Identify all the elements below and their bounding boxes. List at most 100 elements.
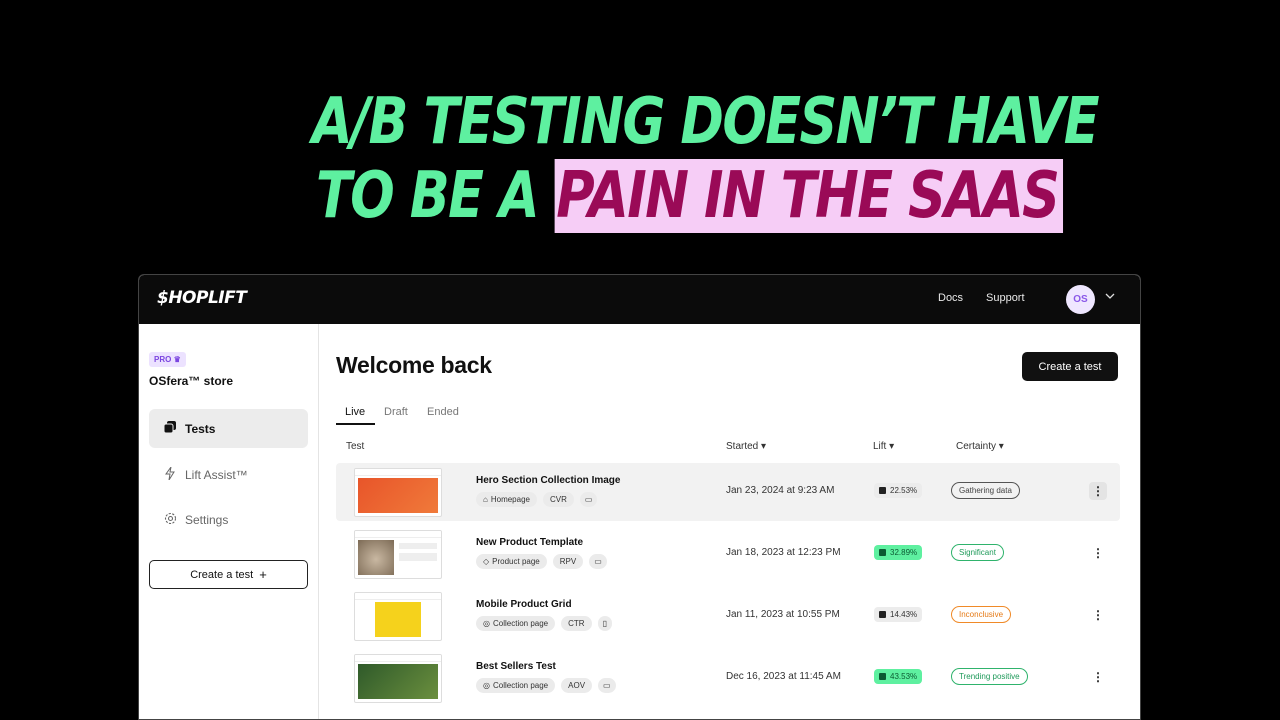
desktop-icon: ▭ xyxy=(598,678,616,693)
test-name[interactable]: Hero Section Collection Image xyxy=(476,475,620,486)
metric-tag: CTR xyxy=(561,616,592,631)
column-header-certainty[interactable]: Certainty ▾ xyxy=(956,441,1004,452)
store-name: OSfera™ store xyxy=(149,374,234,388)
home-icon: ⌂ xyxy=(483,495,488,504)
lift-badge: 43.53% xyxy=(874,669,923,684)
avatar[interactable]: OS xyxy=(1066,285,1095,314)
desktop-icon: ▭ xyxy=(579,492,598,507)
lift-icon xyxy=(879,549,886,556)
tab-live[interactable]: Live xyxy=(345,406,365,418)
sidebar-item-lift-assist[interactable]: Lift Assist™ xyxy=(149,455,308,494)
hero-headline-line1: A/B TESTING DOESN’T HAVE xyxy=(312,85,1100,159)
test-name[interactable]: Mobile Product Grid xyxy=(476,599,572,610)
test-tags: ◎ Collection page AOV ▭ xyxy=(476,678,616,693)
column-header-lift-label: Lift xyxy=(873,441,887,452)
sidebar-create-label: Create a test xyxy=(190,568,254,581)
test-tags: ◎ Collection page CTR ▯ xyxy=(476,616,612,631)
sidebar-item-label: Lift Assist™ xyxy=(185,467,248,482)
column-header-certainty-label: Certainty xyxy=(956,441,997,452)
plus-icon: + xyxy=(259,567,267,582)
test-tags: ⌂ Homepage CVR ▭ xyxy=(476,492,598,507)
lift-value: 14.43% xyxy=(890,610,918,619)
metric-tag: AOV xyxy=(561,678,593,693)
more-options-icon[interactable]: ⋮ xyxy=(1089,668,1107,686)
metric-tag: RPV xyxy=(552,554,584,569)
certainty-badge: Inconclusive xyxy=(951,606,1012,623)
test-thumbnail xyxy=(354,592,442,641)
sidebar-item-label: Settings xyxy=(185,512,229,527)
column-header-test: Test xyxy=(346,441,365,452)
app-window: $HOPLIFT Docs Support OS PRO ♛ OSfera™ s… xyxy=(138,274,1141,720)
mobile-icon: ▯ xyxy=(597,616,612,631)
test-tags: ◇ Product page RPV ▭ xyxy=(476,554,607,569)
column-header-started-label: Started xyxy=(726,441,759,452)
started-date: Jan 11, 2023 at 10:55 PM xyxy=(726,609,840,620)
metric-tag: CVR xyxy=(542,492,574,507)
table-row[interactable]: Best Sellers Test ◎ Collection page AOV ▭… xyxy=(336,649,1120,707)
sidebar-item-label: Tests xyxy=(185,421,216,436)
pro-badge: PRO ♛ xyxy=(149,352,186,367)
hero-highlight: PAIN IN THE SAAS xyxy=(554,159,1064,233)
sidebar-item-settings[interactable]: Settings xyxy=(149,500,308,539)
sidebar-item-tests[interactable]: Tests xyxy=(149,409,308,448)
column-header-lift[interactable]: Lift ▾ xyxy=(873,441,894,452)
table-row[interactable]: Mobile Product Grid ◎ Collection page CTR… xyxy=(336,587,1120,645)
shoplift-logo[interactable]: $HOPLIFT xyxy=(157,288,247,308)
tab-draft[interactable]: Draft xyxy=(384,406,408,418)
lift-badge: 32.89% xyxy=(874,545,923,560)
hero-headline-line2: TO BE A PAIN IN THE SAAS xyxy=(316,159,1064,233)
sort-caret-icon: ▾ xyxy=(761,441,767,452)
page-tag-label: Product page xyxy=(492,557,540,566)
page-title: Welcome back xyxy=(336,352,492,378)
lift-value: 22.53% xyxy=(890,486,918,495)
chevron-down-icon[interactable] xyxy=(1105,291,1115,304)
sidebar: PRO ♛ OSfera™ store Tests Lift Assist™ S… xyxy=(139,324,319,719)
page-tag-label: Collection page xyxy=(492,619,549,628)
lift-icon xyxy=(879,673,886,680)
test-name[interactable]: Best Sellers Test xyxy=(476,661,556,672)
test-name[interactable]: New Product Template xyxy=(476,537,583,548)
support-link[interactable]: Support xyxy=(986,292,1025,304)
more-options-icon[interactable]: ⋮ xyxy=(1089,606,1107,624)
page-tag: ⌂ Homepage xyxy=(476,492,537,507)
test-thumbnail xyxy=(354,468,442,517)
gear-icon xyxy=(163,512,177,528)
page-tag-label: Homepage xyxy=(490,495,530,504)
more-options-icon[interactable]: ⋮ xyxy=(1089,544,1107,562)
started-date: Jan 18, 2023 at 12:23 PM xyxy=(726,547,841,558)
sidebar-create-test-button[interactable]: Create a test + xyxy=(149,560,308,589)
table-row[interactable]: New Product Template ◇ Product page RPV ▭… xyxy=(336,525,1120,583)
pro-badge-label: PRO xyxy=(154,355,172,364)
collection-icon: ◎ xyxy=(483,619,490,628)
test-thumbnail xyxy=(354,654,442,703)
active-tab-indicator xyxy=(336,423,375,425)
lightning-icon xyxy=(163,466,177,483)
table-header: Test Started ▾ Lift ▾ Certainty ▾ xyxy=(336,441,1119,457)
page-tag: ◇ Product page xyxy=(476,554,547,569)
collection-icon: ◎ xyxy=(483,681,490,690)
started-date: Dec 16, 2023 at 11:45 AM xyxy=(726,671,841,682)
page-tag-label: Collection page xyxy=(492,681,549,690)
top-navbar: $HOPLIFT Docs Support OS xyxy=(139,275,1140,324)
started-date: Jan 23, 2024 at 9:23 AM xyxy=(726,485,835,496)
certainty-badge: Gathering data xyxy=(951,482,1020,499)
desktop-icon: ▭ xyxy=(589,554,607,569)
docs-link[interactable]: Docs xyxy=(938,292,963,304)
table-row[interactable]: Hero Section Collection Image ⌂ Homepage … xyxy=(336,463,1120,521)
lift-value: 43.53% xyxy=(890,672,918,681)
hero-banner: A/B TESTING DOESN’T HAVE TO BE A PAIN IN… xyxy=(0,0,1280,260)
lift-icon xyxy=(879,611,886,618)
more-options-icon[interactable]: ⋮ xyxy=(1089,482,1107,500)
lift-badge: 14.43% xyxy=(874,607,923,622)
create-test-button[interactable]: Create a test xyxy=(1022,352,1118,381)
lift-icon xyxy=(879,487,886,494)
sort-caret-icon: ▾ xyxy=(998,441,1004,452)
hero-line2-prefix: TO BE A xyxy=(316,159,555,233)
tab-ended[interactable]: Ended xyxy=(427,406,459,418)
lift-value: 32.89% xyxy=(890,548,918,557)
certainty-badge: Trending positive xyxy=(951,668,1028,685)
test-thumbnail xyxy=(354,530,442,579)
page-tag: ◎ Collection page xyxy=(476,678,556,693)
tag-icon: ◇ xyxy=(483,557,490,566)
column-header-started[interactable]: Started ▾ xyxy=(726,441,766,452)
